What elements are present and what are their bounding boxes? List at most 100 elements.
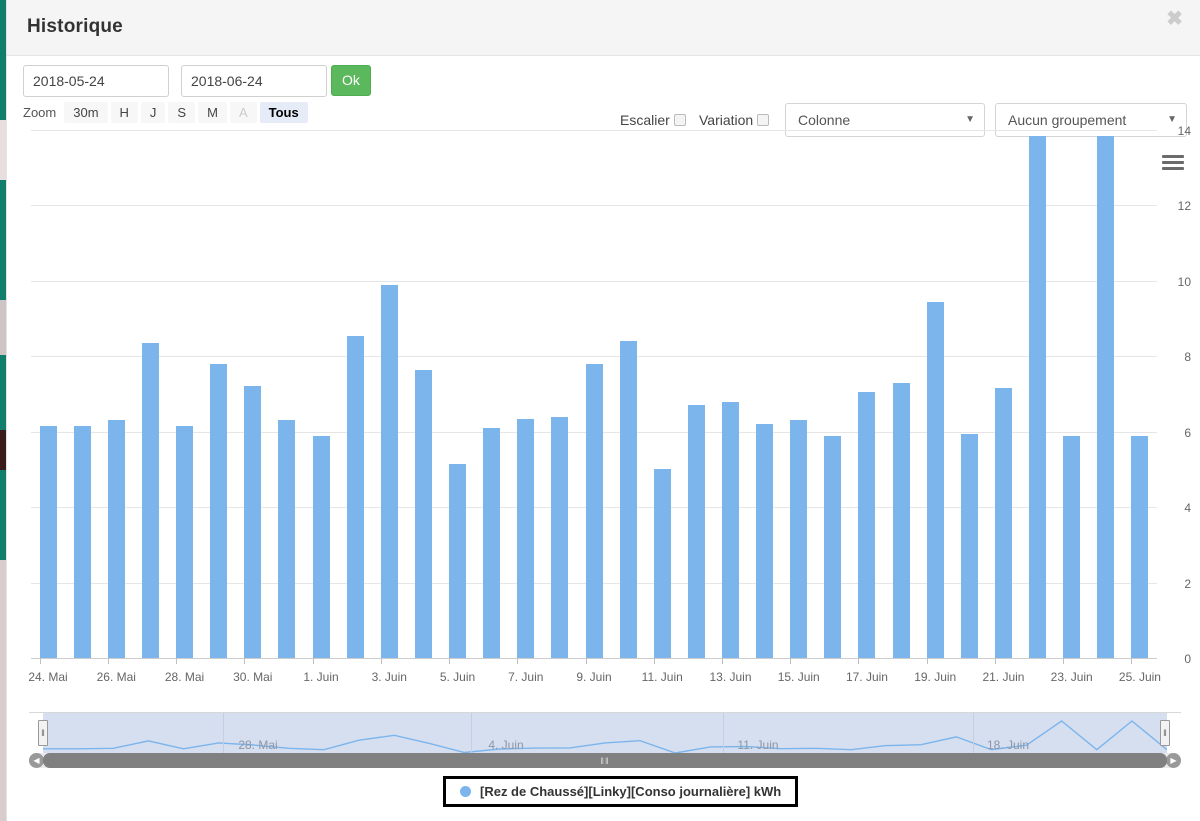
zoom-button-30m[interactable]: 30m (64, 102, 108, 123)
x-axis-tick-label: 9. Juin (576, 670, 612, 684)
x-axis-tick-label: 3. Juin (371, 670, 407, 684)
y-axis-tick-label: 6 (1184, 425, 1191, 440)
x-axis-tick-label: 5. Juin (439, 670, 476, 684)
x-axis-tick-mark (176, 658, 178, 664)
x-axis-tick-mark (790, 658, 792, 664)
chart-container: 0 2 4 6 8 10 12 14 24. Mai 26. Mai 28. Mai 30. Mai 1… (7, 124, 1200, 695)
chart-bar[interactable] (210, 363, 228, 658)
chart-bar[interactable] (994, 388, 1012, 658)
x-axis-tick-mark (449, 658, 450, 664)
x-axis-tick-mark (517, 658, 519, 664)
chart-bar[interactable] (1029, 135, 1047, 658)
chart-bar[interactable] (312, 435, 330, 658)
horizontal-scrollbar[interactable]: ◀ ▶ ‖‖ (29, 753, 1181, 768)
end-date-input[interactable] (181, 65, 327, 97)
modal-header: Historique ✖ (7, 0, 1200, 56)
gridline (31, 130, 1157, 131)
chart-bar[interactable] (824, 435, 842, 658)
x-axis-tick-label: 30. Mai (233, 670, 273, 684)
navigator-gridline (471, 713, 472, 757)
chart-bar[interactable] (960, 433, 978, 658)
navigator-tick-label: 4. Juin (488, 738, 524, 752)
ok-button[interactable]: Ok (331, 65, 371, 96)
navigator-handle-right[interactable]: ‖ (1160, 720, 1170, 746)
chart-bar[interactable] (926, 301, 944, 658)
x-axis-tick-mark (926, 658, 928, 664)
variation-checkbox[interactable] (757, 114, 770, 126)
chart-bar[interactable] (141, 343, 159, 658)
x-axis-tick-mark (858, 658, 860, 664)
navigator-tick-label: 18. Juin (986, 738, 1030, 752)
chart-bar[interactable] (414, 369, 432, 658)
x-axis-tick-label: 24. Mai (28, 670, 68, 684)
chart-bar[interactable] (721, 401, 739, 658)
x-axis-tick-label: 28. Mai (164, 670, 205, 684)
x-axis-tick-mark (721, 658, 723, 664)
scroll-left-icon[interactable]: ◀ (29, 753, 44, 768)
navigator-gridline (973, 713, 974, 757)
variation-option[interactable]: Variation (699, 112, 770, 128)
escalier-checkbox[interactable] (673, 114, 686, 126)
zoom-button-h[interactable]: H (110, 102, 138, 123)
x-axis-tick-mark (380, 658, 382, 664)
chart-bar[interactable] (1131, 435, 1149, 658)
chart-bar[interactable] (449, 463, 466, 658)
chart-bar[interactable] (73, 426, 91, 658)
navigator-gridline (223, 713, 224, 757)
chart-bar[interactable] (551, 416, 569, 658)
chart-navigator[interactable]: ‖ ‖ 28. Mai 4. Juin 11. Juin 18. Juin (29, 712, 1181, 757)
chart-bar[interactable] (346, 335, 364, 658)
x-axis-tick-mark (312, 658, 314, 664)
chart-bar[interactable] (380, 284, 398, 658)
x-axis-tick-mark (1131, 658, 1133, 664)
chart-bar[interactable] (858, 392, 876, 658)
chart-bar[interactable] (278, 420, 296, 658)
chart-bar[interactable] (756, 424, 774, 658)
chart-bar[interactable] (1097, 135, 1115, 658)
y-axis-tick-label: 2 (1184, 576, 1191, 591)
navigator-gridline (723, 713, 724, 757)
x-axis-tick-mark (653, 658, 655, 664)
zoom-button-m[interactable]: M (198, 102, 227, 123)
chart-bar[interactable] (107, 420, 125, 658)
zoom-button-tous[interactable]: Tous (259, 102, 308, 123)
chart-bar[interactable] (39, 426, 57, 658)
chart-bar[interactable] (483, 427, 501, 658)
chart-bar[interactable] (892, 382, 910, 658)
x-axis-tick-label: 15. Juin (777, 670, 820, 684)
chart-type-value: Colonne (798, 112, 851, 128)
x-axis-tick-label: 11. Juin (641, 670, 683, 684)
x-axis-tick-label: 21. Juin (982, 670, 1025, 684)
zoom-button-s[interactable]: S (168, 102, 196, 123)
chart-bar[interactable] (653, 469, 671, 658)
gridline (31, 280, 1157, 282)
chart-bar[interactable] (244, 386, 262, 658)
chart-bar[interactable] (176, 426, 194, 658)
scrollbar-thumb[interactable]: ‖‖ (43, 753, 1167, 768)
start-date-input[interactable] (23, 65, 169, 97)
chart-bar[interactable] (687, 405, 705, 658)
chart-bar[interactable] (619, 341, 637, 658)
zoom-range-selector: Zoom 30m H J S M A Tous (23, 102, 308, 123)
scrollbar-grip-icon: ‖‖ (600, 755, 610, 766)
chart-bar[interactable] (517, 418, 535, 658)
chart-legend[interactable]: [Rez de Chaussé][Linky][Conso journalièr… (443, 776, 799, 807)
x-axis-tick-mark (585, 658, 587, 664)
escalier-option[interactable]: Escalier (620, 112, 686, 128)
chart-bar[interactable] (790, 420, 808, 658)
zoom-button-j[interactable]: J (140, 102, 166, 123)
chart-bar[interactable] (585, 363, 603, 658)
y-axis-tick-label: 8 (1184, 350, 1191, 365)
x-axis-tick-label: 26. Mai (96, 670, 136, 684)
gridline (31, 356, 1157, 358)
scroll-right-icon[interactable]: ▶ (1166, 753, 1181, 768)
x-axis-tick-label: 23. Juin (1050, 670, 1093, 684)
zoom-button-a: A (229, 102, 257, 123)
navigator-handle-left[interactable]: ‖ (38, 720, 48, 746)
y-axis-tick-label: 4 (1184, 501, 1191, 516)
x-axis-tick-label: 25. Juin (1118, 670, 1161, 684)
navigator-tick-label: 28. Mai (238, 738, 278, 752)
x-axis-tick-mark (994, 658, 996, 664)
close-icon[interactable]: ✖ (1162, 7, 1187, 31)
chart-bar[interactable] (1063, 435, 1081, 658)
